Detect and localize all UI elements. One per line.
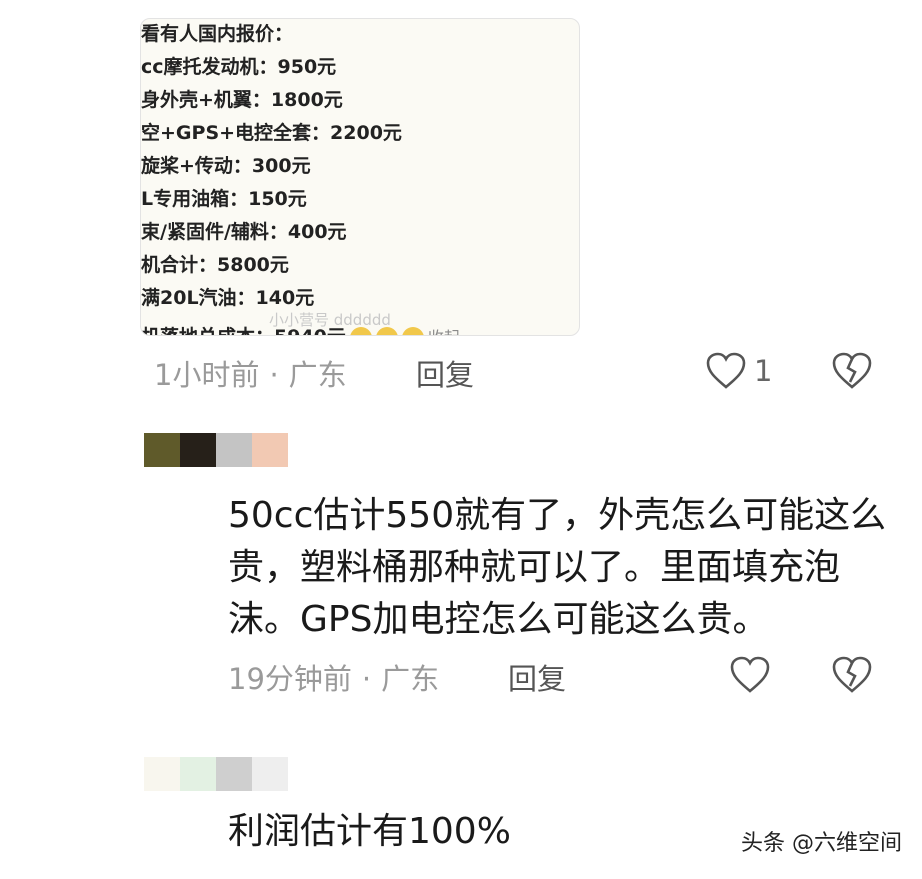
price-total-text: 机落地总成本：5940元 — [141, 326, 346, 335]
comment-text: 50cc估计550就有了，外壳怎么可能这么贵，塑料桶那种就可以了。里面填充泡沫。… — [228, 495, 887, 640]
comment-location: 广东 — [288, 358, 347, 392]
price-line: 身外壳+机翼：1800元 — [141, 89, 343, 111]
collapse-link[interactable]: 收起 — [428, 328, 460, 335]
like-button[interactable] — [730, 656, 770, 694]
broken-heart-icon — [832, 656, 872, 693]
comment-meta: 1小时前 · 广东 — [154, 352, 347, 394]
meta-separator: · — [269, 358, 279, 392]
comment-time: 1小时前 — [154, 358, 260, 392]
price-line: cc摩托发动机：950元 — [141, 56, 337, 78]
avatar-username-blurred[interactable] — [144, 757, 288, 791]
emoji-icon — [349, 326, 372, 335]
heart-outline-icon — [730, 656, 770, 693]
price-line: 看有人国内报价： — [141, 23, 294, 45]
price-line: 旋桨+传动：300元 — [141, 155, 311, 177]
price-line: 束/紧固件/辅料：400元 — [141, 221, 347, 243]
dislike-button[interactable] — [832, 656, 872, 698]
price-total-line: 机落地总成本：5940元 收起 — [141, 322, 460, 335]
avatar-username-blurred[interactable] — [144, 433, 288, 467]
emoji-icon — [401, 326, 424, 335]
price-line: 满20L汽油：140元 — [141, 287, 315, 309]
price-line: 空+GPS+电控全套：2200元 — [141, 122, 402, 144]
reply-button[interactable]: 回复 — [416, 352, 474, 394]
like-count: 1 — [754, 354, 773, 388]
comment-meta: 19分钟前 · 广东 — [228, 656, 439, 698]
reply-button[interactable]: 回复 — [508, 656, 566, 698]
dislike-button[interactable] — [832, 352, 872, 394]
heart-outline-icon — [706, 352, 746, 389]
comment-location: 广东 — [381, 662, 440, 696]
meta-separator: · — [361, 662, 372, 696]
broken-heart-icon — [832, 352, 872, 389]
price-line: 机合计：5800元 — [141, 254, 289, 276]
source-watermark: 头条 @六维空间 — [741, 831, 902, 856]
emoji-icon — [375, 326, 398, 335]
quoted-image-card[interactable]: 看有人国内报价： cc摩托发动机：950元 身外壳+机翼：1800元 空+GPS… — [140, 18, 580, 336]
like-button[interactable]: 1 — [706, 352, 772, 390]
price-line: L专用油箱：150元 — [141, 188, 307, 210]
comment-time: 19分钟前 — [228, 662, 352, 696]
quoted-price-list: 看有人国内报价： cc摩托发动机：950元 身外壳+机翼：1800元 空+GPS… — [141, 19, 579, 335]
